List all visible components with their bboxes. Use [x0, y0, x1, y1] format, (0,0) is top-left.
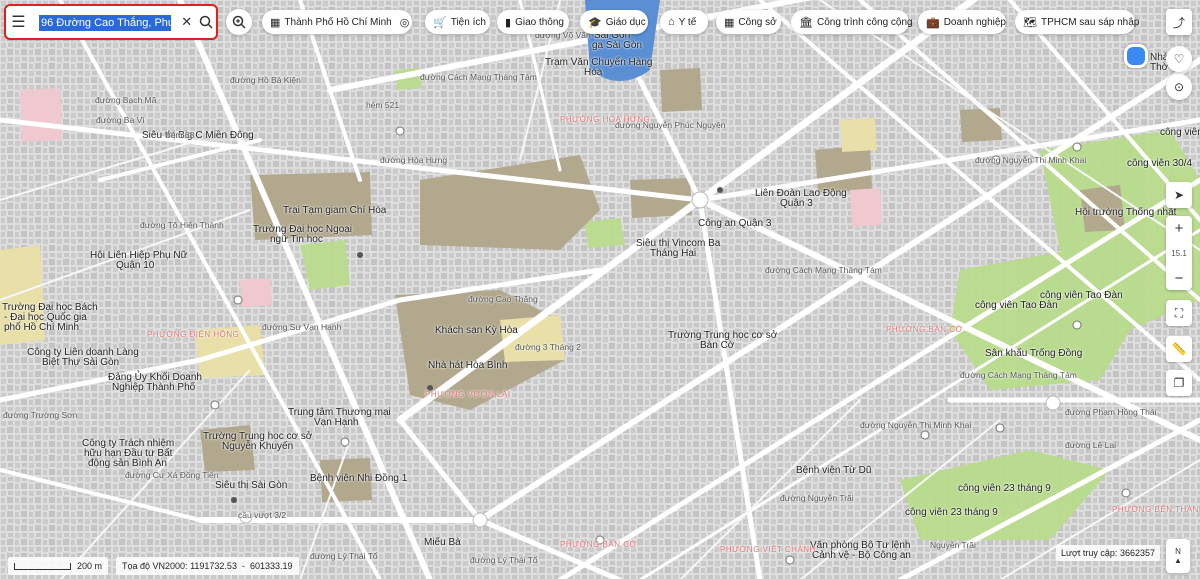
target-icon: ◎ [399, 16, 410, 29]
map-canvas[interactable] [0, 0, 1200, 579]
pin-icon: ⊙ [1173, 80, 1185, 94]
clear-search-icon[interactable]: ✕ [177, 6, 197, 38]
search-input-selection: 96 Đường Cao Thắng, Phườ [39, 15, 171, 31]
category-giao-thong[interactable]: ▮ Giao thông [497, 10, 569, 34]
share-icon: ⤴ [1172, 15, 1185, 30]
building-icon: ▦ [724, 16, 735, 29]
category-tien-ich[interactable]: 🛒 Tiện ích [425, 10, 490, 34]
share-button[interactable]: ⤴ [1166, 9, 1192, 35]
category-tphcm-sau-sap-nhap[interactable]: 🗺 TPHCM sau sáp nhập [1015, 10, 1139, 34]
fullscreen-button[interactable]: ⛶ [1166, 300, 1192, 326]
layers-icon: ❐ [1173, 376, 1185, 390]
city-selector[interactable]: ▦ Thành Phố Hồ Chí Minh ◎ [262, 10, 412, 34]
zoom-level: 15.1 [1171, 248, 1187, 258]
ruler-icon: 📏 [1171, 342, 1187, 356]
category-doanh-nghiep[interactable]: 💼 Doanh nghiệp [918, 10, 1006, 34]
measure-button[interactable]: 📏 [1166, 336, 1192, 362]
north-label: N [1175, 547, 1181, 556]
cart-icon: 🛒 [433, 16, 447, 29]
pin-button[interactable]: ⊙ [1166, 74, 1192, 100]
traffic-light-icon: ▮ [505, 16, 512, 29]
scale-bar: 200 m [8, 557, 109, 575]
fullscreen-icon: ⛶ [1174, 305, 1184, 320]
menu-icon[interactable]: ☰ [6, 6, 31, 38]
graduation-cap-icon: 🎓 [588, 16, 602, 29]
coordinates-readout: Tọa độ VN2000: 1191732.53 - 601333.19 [116, 557, 299, 575]
zoom-out-button[interactable]: − [1166, 266, 1192, 290]
search-icon[interactable] [196, 6, 216, 38]
map-icon: 🗺 [1023, 16, 1037, 29]
current-location-marker[interactable] [1124, 44, 1148, 68]
category-giao-duc[interactable]: 🎓 Giáo dục [580, 10, 648, 34]
zoom-search-icon [232, 15, 246, 29]
category-cong-so[interactable]: ▦ Công sở [716, 10, 781, 34]
coordinate-y: 601333.19 [249, 561, 293, 571]
zoom-in-button[interactable]: + [1166, 216, 1192, 240]
heart-icon: ♡ [1173, 52, 1185, 66]
north-button[interactable]: N ▲ [1166, 539, 1190, 573]
zoom-search-button[interactable] [226, 9, 252, 35]
category-cong-trinh-cong-cong[interactable]: 🏛 Công trình công cộng [791, 10, 913, 34]
category-y-te[interactable]: ⌂ Y tế [660, 10, 708, 34]
visit-counter: Lượt truy cập: 3662357 [1055, 545, 1160, 561]
coordinate-x: 1191732.53 [190, 561, 237, 571]
public-building-icon: 🏛 [799, 16, 813, 29]
home-icon: ⌂ [668, 16, 675, 28]
city-selector-label: Thành Phố Hồ Chí Minh [284, 16, 392, 28]
scale-label: 200 m [77, 561, 103, 571]
scale-bar-line [14, 562, 71, 570]
favorite-button[interactable]: ♡ [1166, 46, 1192, 72]
search-box: ☰ 96 Đường Cao Thắng, Phườ ✕ [4, 4, 218, 40]
layers-button[interactable]: ❐ [1166, 370, 1192, 396]
north-arrow-icon: ▲ [1174, 556, 1182, 565]
locate-button[interactable]: ➤ [1166, 182, 1192, 208]
zoom-control: + 15.1 − [1166, 216, 1192, 290]
visit-count: 3662357 [1119, 548, 1155, 558]
briefcase-icon: 💼 [926, 16, 940, 29]
navigation-arrow-icon: ➤ [1173, 188, 1185, 202]
building-icon: ▦ [270, 16, 281, 29]
